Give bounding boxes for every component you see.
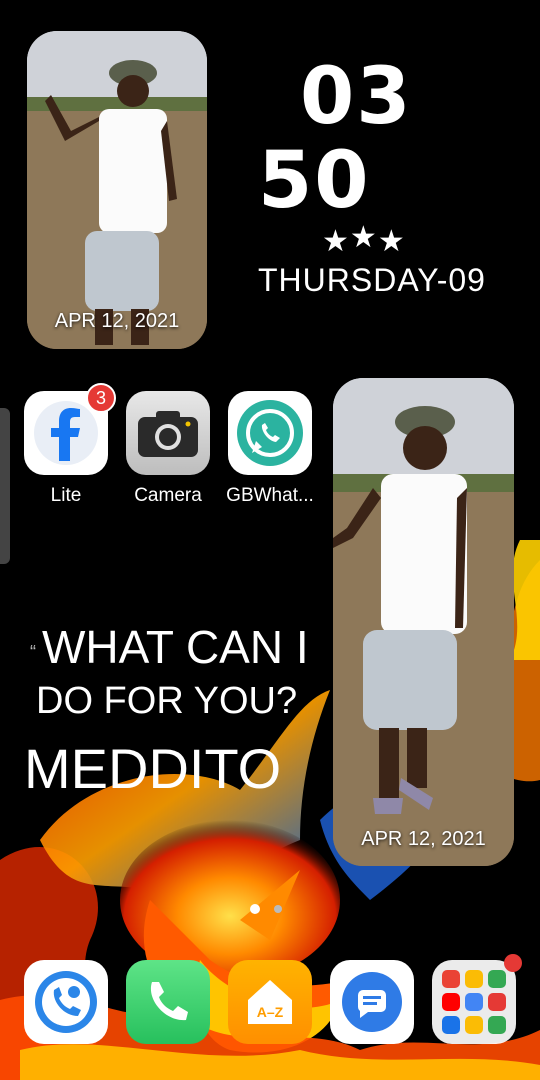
svg-text:A–Z: A–Z bbox=[257, 1004, 284, 1020]
photo-date: APR 12, 2021 bbox=[54, 310, 180, 332]
clock-hours[interactable]: 03 bbox=[300, 58, 413, 136]
photo-widget-1[interactable]: APR 12, 2021 bbox=[27, 31, 207, 349]
app-gbwhatsapp[interactable]: GBWhat... bbox=[220, 391, 320, 507]
page-indicator[interactable] bbox=[250, 904, 282, 914]
app-camera[interactable]: Camera bbox=[118, 391, 218, 507]
notification-dot bbox=[504, 954, 522, 972]
camera-icon bbox=[126, 391, 210, 475]
dock-messages[interactable] bbox=[330, 960, 414, 1044]
messages-icon bbox=[342, 972, 402, 1032]
photo-widget-2[interactable]: APR 12, 2021 bbox=[333, 378, 514, 866]
person-photo bbox=[333, 378, 514, 866]
app-index-icon: A–Z bbox=[248, 980, 292, 1024]
notification-badge: 3 bbox=[86, 383, 116, 413]
quote-text-line1[interactable]: WHAT CAN I bbox=[42, 620, 309, 674]
dock-contacts[interactable] bbox=[24, 960, 108, 1044]
quote-author[interactable]: MEDDITO bbox=[24, 736, 281, 801]
stars-decoration: ★★★ bbox=[322, 221, 406, 258]
clock-minutes[interactable]: 50 bbox=[258, 142, 371, 220]
whatsapp-icon bbox=[228, 391, 312, 475]
app-label: Camera bbox=[134, 485, 202, 506]
page-dot-active bbox=[250, 904, 260, 914]
app-label: Lite bbox=[50, 485, 82, 506]
facebook-lite-icon: 3 bbox=[24, 383, 116, 475]
quote-mark: “ bbox=[30, 642, 36, 662]
app-facebook-lite[interactable]: 3 Lite bbox=[16, 383, 116, 507]
app-label: GBWhat... bbox=[226, 485, 314, 506]
photo-date: APR 12, 2021 bbox=[361, 828, 486, 850]
phone-icon bbox=[150, 982, 188, 1021]
day-date-label: THURSDAY-09 bbox=[258, 262, 486, 298]
dock-google-folder[interactable] bbox=[432, 954, 522, 1044]
person-photo bbox=[27, 31, 207, 349]
quote-text-line2[interactable]: DO FOR YOU? bbox=[36, 680, 297, 723]
contacts-icon bbox=[35, 971, 97, 1033]
page-dot bbox=[274, 905, 282, 913]
google-folder-icon bbox=[442, 970, 506, 1034]
edge-panel-handle[interactable] bbox=[0, 408, 10, 564]
dock-phone[interactable] bbox=[126, 960, 210, 1044]
dock-app-index[interactable]: A–Z bbox=[228, 960, 312, 1044]
